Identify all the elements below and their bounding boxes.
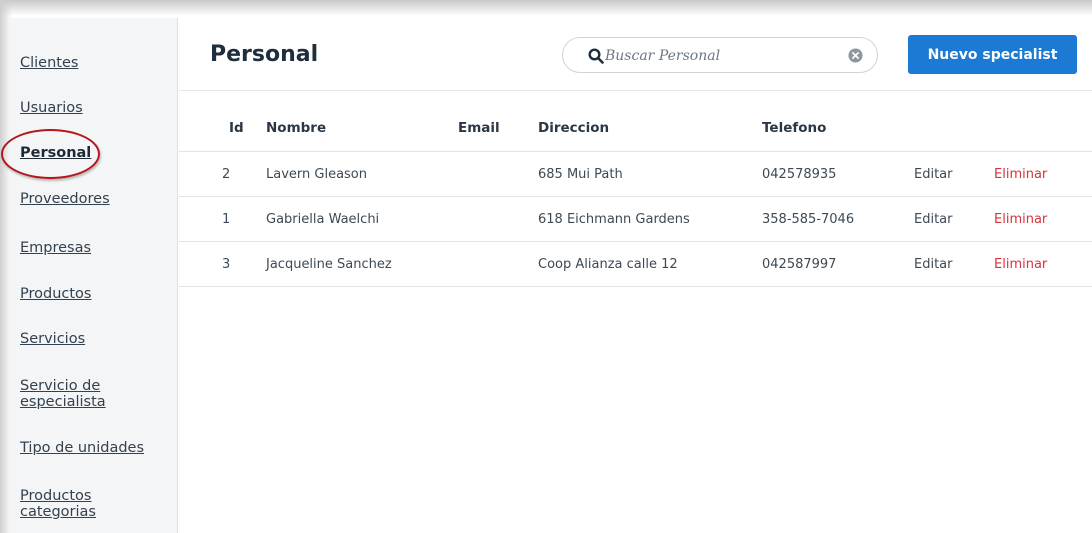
page-header: Personal Nuevo specialist [179,18,1092,91]
edit-link[interactable]: Editar [914,212,953,227]
cell-nombre: Jacqueline Sanchez [266,257,392,272]
cell-direccion: 685 Mui Path [538,167,623,182]
column-header-nombre: Nombre [266,120,327,136]
annotation-highlight-ring [1,129,100,179]
sidebar-item-tipo-unidades[interactable]: Tipo de unidades [20,440,144,456]
edit-link[interactable]: Editar [914,167,953,182]
sidebar-item-empresas[interactable]: Empresas [20,240,91,256]
sidebar-item-servicio-especialista[interactable]: Servicio de especialista [20,378,140,410]
edit-link[interactable]: Editar [914,257,953,272]
search-input[interactable] [605,44,835,68]
search-box[interactable] [562,37,878,73]
search-icon [588,48,604,64]
app-window: Clientes Usuarios Personal Proveedores E… [0,0,1092,533]
cell-telefono: 358-585-7046 [762,212,855,227]
sidebar-item-usuarios[interactable]: Usuarios [20,100,83,116]
main-content: Personal Nuevo specialist Id Nombre [179,18,1092,533]
delete-link[interactable]: Eliminar [994,167,1047,182]
window-shadow-top [0,0,1092,16]
table-row: 2 Lavern Gleason 685 Mui Path 042578935 … [179,152,1092,197]
delete-link[interactable]: Eliminar [994,212,1047,227]
sidebar-item-productos-categorias[interactable]: Productos categorias [20,488,130,520]
cell-id: 2 [222,167,231,182]
sidebar: Clientes Usuarios Personal Proveedores E… [10,18,178,533]
page-title: Personal [210,42,319,67]
cell-direccion: 618 Eichmann Gardens [538,212,690,227]
clear-icon[interactable] [848,48,863,63]
column-header-direccion: Direccion [538,120,610,136]
cell-telefono: 042578935 [762,167,837,182]
sidebar-item-clientes[interactable]: Clientes [20,55,78,71]
table-row: 3 Jacqueline Sanchez Coop Alianza calle … [179,242,1092,287]
cell-nombre: Gabriella Waelchi [266,212,380,227]
column-header-email: Email [458,120,500,136]
column-header-id: Id [229,120,244,136]
cell-nombre: Lavern Gleason [266,167,368,182]
cell-id: 3 [222,257,231,272]
sidebar-item-servicios[interactable]: Servicios [20,331,85,347]
cell-direccion: Coop Alianza calle 12 [538,257,678,272]
new-specialist-button[interactable]: Nuevo specialist [908,35,1077,74]
sidebar-item-proveedores[interactable]: Proveedores [20,191,110,207]
cell-id: 1 [222,212,231,227]
sidebar-item-productos[interactable]: Productos [20,286,91,302]
table-row: 1 Gabriella Waelchi 618 Eichmann Gardens… [179,197,1092,242]
column-header-telefono: Telefono [762,120,827,136]
cell-telefono: 042587997 [762,257,837,272]
delete-link[interactable]: Eliminar [994,257,1047,272]
table-header: Id Nombre Email Direccion Telefono [179,111,1092,152]
